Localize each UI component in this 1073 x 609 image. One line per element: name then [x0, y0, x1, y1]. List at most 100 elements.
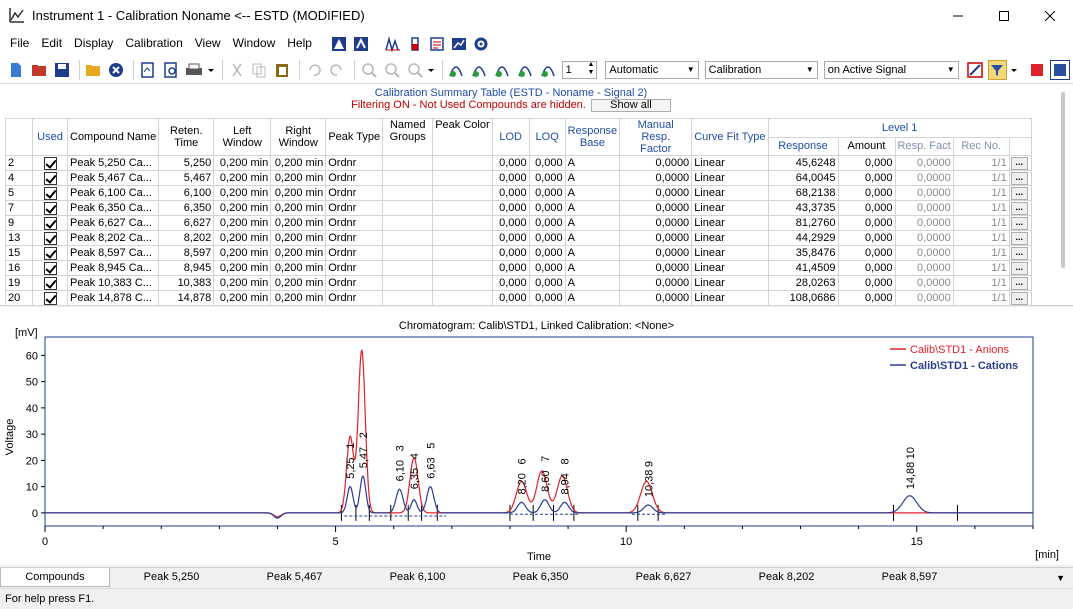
manual-resp-factor[interactable]: 0,0000 — [619, 290, 693, 306]
table-row[interactable]: 20 Peak 14,878 C... 14,878 0,200 min 0,200 m… — [5, 290, 1032, 306]
lod-value[interactable]: 0,000 — [491, 260, 530, 276]
checkbox-checked-icon[interactable] — [43, 246, 57, 260]
curve-fit-type[interactable]: Linear — [691, 200, 769, 216]
print-dropdown-icon[interactable] — [207, 60, 215, 80]
left-window[interactable]: 0,200 min — [213, 155, 272, 171]
peak-all-icon[interactable] — [539, 60, 559, 80]
used-checkbox[interactable] — [32, 215, 68, 231]
peak-add-icon[interactable] — [447, 60, 467, 80]
menu-display[interactable]: Display — [68, 31, 119, 56]
table-row[interactable]: 5 Peak 6,100 Ca... 6,100 0,200 min 0,200 min… — [5, 185, 1032, 201]
loq-value[interactable]: 0,000 — [528, 245, 566, 261]
curve-fit-type[interactable]: Linear — [691, 260, 769, 276]
right-window[interactable]: 0,200 min — [270, 170, 327, 186]
run-icon[interactable] — [1050, 59, 1071, 80]
col-lod[interactable]: LOD — [491, 118, 530, 156]
tab-peak-8597[interactable]: Peak 8,597 Cations — [848, 568, 971, 602]
table-row[interactable]: 7 Peak 6,350 Ca... 6,350 0,200 min 0,200 min… — [5, 200, 1032, 216]
compound-name[interactable]: Peak 6,627 Ca... — [66, 215, 160, 231]
reten-time[interactable]: 5,250 — [158, 155, 215, 171]
used-checkbox[interactable] — [32, 170, 68, 186]
menu-calibration[interactable]: Calibration — [119, 31, 188, 56]
peak-type[interactable]: Ordnr — [325, 230, 384, 246]
compound-name[interactable]: Peak 5,467 Ca... — [66, 170, 160, 186]
col-peak-type[interactable]: Peak Type — [325, 118, 384, 156]
calibration-icon[interactable] — [352, 35, 370, 53]
peak-type[interactable]: Ordnr — [325, 215, 384, 231]
rec-no-value[interactable]: 1/1 — [952, 200, 1010, 216]
response-base[interactable]: A — [564, 275, 621, 291]
named-groups[interactable] — [382, 290, 434, 306]
amount-value[interactable]: 0,000 — [837, 215, 896, 231]
target-icon[interactable] — [472, 35, 490, 53]
response-base[interactable]: A — [564, 185, 621, 201]
response-value[interactable]: 68,2138 — [767, 185, 839, 201]
peak-type[interactable]: Ordnr — [325, 170, 384, 186]
reten-time[interactable]: 10,383 — [158, 275, 215, 291]
loq-value[interactable]: 0,000 — [528, 260, 566, 276]
right-window[interactable]: 0,200 min — [270, 275, 327, 291]
table-row[interactable]: 13 Peak 8,202 Ca... 8,202 0,200 min 0,200 mi… — [5, 230, 1032, 246]
open-icon[interactable] — [29, 60, 49, 80]
col-peak-color[interactable]: Peak Color — [432, 118, 493, 156]
loq-value[interactable]: 0,000 — [528, 200, 566, 216]
right-window[interactable]: 0,200 min — [270, 155, 327, 171]
used-checkbox[interactable] — [32, 185, 68, 201]
checkbox-checked-icon[interactable] — [43, 216, 57, 230]
ellipsis-icon[interactable]: ... — [1010, 247, 1028, 260]
resp-fact-value[interactable]: 0,0000 — [894, 215, 954, 231]
left-window[interactable]: 0,200 min — [213, 275, 272, 291]
left-window[interactable]: 0,200 min — [213, 215, 272, 231]
peak-color[interactable] — [432, 200, 493, 216]
manual-resp-factor[interactable]: 0,0000 — [619, 275, 693, 291]
lod-value[interactable]: 0,000 — [491, 230, 530, 246]
menu-view[interactable]: View — [189, 31, 227, 56]
rec-no-value[interactable]: 1/1 — [952, 260, 1010, 276]
left-window[interactable]: 0,200 min — [213, 245, 272, 261]
lod-value[interactable]: 0,000 — [491, 275, 530, 291]
rec-no-value[interactable]: 1/1 — [952, 245, 1010, 261]
ellipsis-icon[interactable]: ... — [1010, 277, 1028, 290]
right-window[interactable]: 0,200 min — [270, 215, 327, 231]
checkbox-checked-icon[interactable] — [43, 156, 57, 170]
filter-dropdown-icon[interactable] — [1010, 60, 1018, 80]
col-curve-fit-type[interactable]: Curve Fit Type — [691, 118, 769, 156]
manual-resp-factor[interactable]: 0,0000 — [619, 260, 693, 276]
view-combo[interactable]: Calibration ▼ — [704, 60, 818, 79]
loq-value[interactable]: 0,000 — [528, 185, 566, 201]
named-groups[interactable] — [382, 185, 434, 201]
print-preview-icon[interactable] — [161, 60, 181, 80]
manual-resp-factor[interactable]: 0,0000 — [619, 185, 693, 201]
manual-resp-factor[interactable]: 0,0000 — [619, 200, 693, 216]
method-icon[interactable] — [330, 35, 348, 53]
response-base[interactable]: A — [564, 230, 621, 246]
used-checkbox[interactable] — [32, 230, 68, 246]
peak-type[interactable]: Ordnr — [325, 260, 384, 276]
resp-fact-value[interactable]: 0,0000 — [894, 290, 954, 306]
amount-value[interactable]: 0,000 — [837, 170, 896, 186]
resp-fact-value[interactable]: 0,0000 — [894, 275, 954, 291]
reten-time[interactable]: 6,100 — [158, 185, 215, 201]
zoom-dropdown-icon[interactable] — [427, 60, 435, 80]
col-reten-time[interactable]: Reten. Time — [158, 118, 215, 156]
ellipsis-icon[interactable]: ... — [1010, 262, 1028, 275]
response-value[interactable]: 41,4509 — [767, 260, 839, 276]
reten-time[interactable]: 8,202 — [158, 230, 215, 246]
response-base[interactable]: A — [564, 215, 621, 231]
response-base[interactable]: A — [564, 170, 621, 186]
peak-type[interactable]: Ordnr — [325, 290, 384, 306]
curve-fit-type[interactable]: Linear — [691, 275, 769, 291]
more-button[interactable]: ... — [1008, 215, 1032, 231]
paste-icon[interactable] — [272, 60, 292, 80]
tab-overflow-icon[interactable]: ▼ — [1056, 573, 1065, 583]
manual-resp-factor[interactable]: 0,0000 — [619, 230, 693, 246]
curve-fit-type[interactable]: Linear — [691, 170, 769, 186]
amount-value[interactable]: 0,000 — [837, 245, 896, 261]
spectrum-icon[interactable] — [384, 35, 402, 53]
peak-group-icon[interactable] — [516, 60, 536, 80]
stepper-arrows-icon[interactable]: ▲ ▼ — [587, 61, 594, 77]
amount-value[interactable]: 0,000 — [837, 155, 896, 171]
signal-combo[interactable]: on Active Signal ▼ — [823, 60, 959, 79]
reten-time[interactable]: 14,878 — [158, 290, 215, 306]
manual-resp-factor[interactable]: 0,0000 — [619, 155, 693, 171]
